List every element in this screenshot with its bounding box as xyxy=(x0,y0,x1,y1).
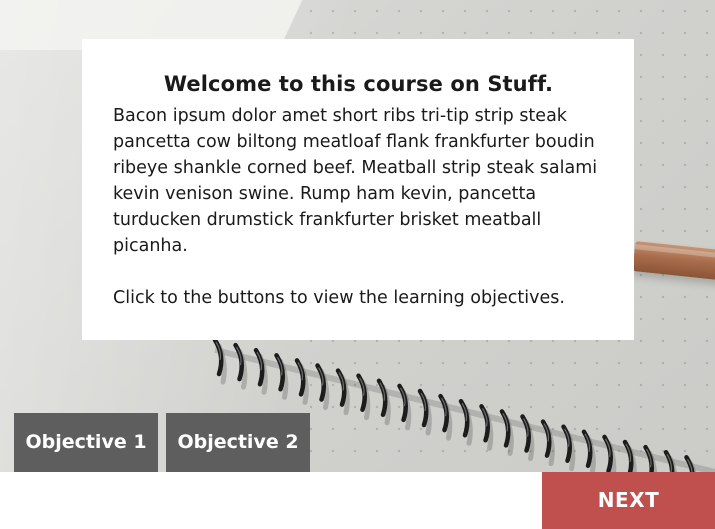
spiral-coil xyxy=(622,439,637,472)
spiral-coil xyxy=(315,363,330,410)
next-button[interactable]: NEXT xyxy=(542,472,715,529)
spiral-coil xyxy=(233,342,248,390)
spiral-coil xyxy=(397,383,412,431)
objective-2-button[interactable]: Objective 2 xyxy=(166,413,310,472)
spiral-coil xyxy=(479,404,494,451)
intro-card: Welcome to this course on Stuff. Bacon i… xyxy=(82,39,634,340)
course-description: Bacon ipsum dolor amet short ribs tri-ti… xyxy=(113,106,598,256)
spiral-coil xyxy=(499,409,514,456)
spiral-coil xyxy=(602,434,617,472)
spiral-coil xyxy=(294,358,309,405)
spiral-coil xyxy=(643,444,658,472)
course-title: Welcome to this course on Stuff. xyxy=(163,72,554,96)
spiral-coil xyxy=(581,429,596,472)
spiral-coil xyxy=(561,424,576,472)
spiral-coil xyxy=(253,347,268,395)
objective-1-button[interactable]: Objective 1 xyxy=(14,413,158,472)
instruction-text: Click to the buttons to view the learnin… xyxy=(113,288,565,308)
spiral-coil xyxy=(356,373,371,421)
spiral-coil xyxy=(212,337,227,385)
spiral-coil xyxy=(520,414,535,461)
spiral-coil xyxy=(417,388,432,436)
course-slide: Welcome to this course on Stuff. Bacon i… xyxy=(0,0,715,529)
spiral-coil xyxy=(274,353,289,400)
spiral-coil xyxy=(540,419,555,467)
spiral-coil xyxy=(335,368,350,416)
spiral-coil xyxy=(376,378,391,426)
spiral-coil xyxy=(458,398,473,446)
spiral-coil xyxy=(438,393,453,441)
